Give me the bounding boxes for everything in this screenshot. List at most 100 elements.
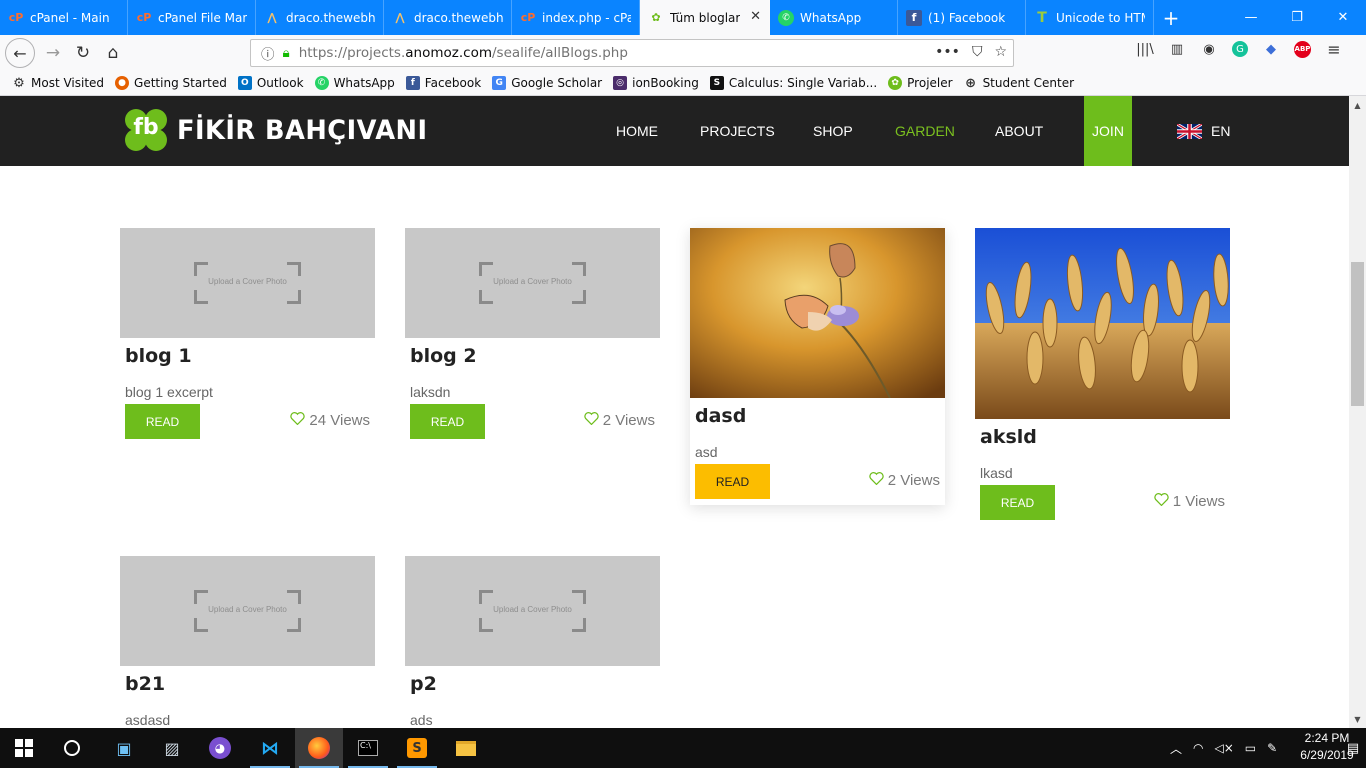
account-icon[interactable]: ◉ xyxy=(1200,39,1218,59)
taskbar-app-file-explorer[interactable] xyxy=(442,728,490,768)
new-tab-button[interactable]: + xyxy=(1154,0,1188,35)
bookmark-google-scholar[interactable]: G Google Scholar xyxy=(492,76,602,90)
notifications-icon[interactable]: ▤ xyxy=(1340,728,1366,768)
blog-card: Upload a Cover Photo b21 asdasd xyxy=(120,556,375,728)
back-button[interactable]: ← xyxy=(5,38,35,68)
url-bar[interactable]: ⓘ 🔒︎ https://projects. anomoz.com/sealife… xyxy=(250,39,1014,67)
browser-tab-bar: cP cPanel - Main cP cPanel File Mana ⋀ d… xyxy=(0,0,1366,35)
bookmark-facebook[interactable]: f Facebook xyxy=(405,76,481,90)
tab-draco-2[interactable]: ⋀ draco.thewebho xyxy=(384,0,512,35)
scroll-up-icon[interactable]: ▲ xyxy=(1349,98,1366,112)
pocket-icon[interactable]: ⛉ xyxy=(972,44,983,60)
wheat-photo[interactable] xyxy=(975,228,1230,419)
facebook-icon: f xyxy=(405,76,420,90)
firefox-icon: ● xyxy=(115,76,130,90)
tab-unicode[interactable]: T Unicode to HTM xyxy=(1026,0,1154,35)
blog-title[interactable]: p2 xyxy=(405,674,660,704)
home-button[interactable]: ⌂ xyxy=(98,38,128,68)
bookmark-calculus[interactable]: S Calculus: Single Variab... xyxy=(709,76,877,90)
nav-about[interactable]: ABOUT xyxy=(995,96,1043,166)
nav-join-button[interactable]: JOIN xyxy=(1084,96,1132,166)
taskbar-app-sublime[interactable]: S xyxy=(393,728,441,768)
start-button[interactable] xyxy=(0,728,48,768)
taskbar-app-photos[interactable]: ▨ xyxy=(148,728,196,768)
nav-home[interactable]: HOME xyxy=(616,96,658,166)
forward-button[interactable]: → xyxy=(38,38,68,68)
restore-icon[interactable]: ❐ xyxy=(1274,0,1320,35)
view-count: 2 Views xyxy=(869,472,940,489)
taskbar-app-purple[interactable]: ◕ xyxy=(196,728,244,768)
bookmark-getting-started[interactable]: ● Getting Started xyxy=(115,76,227,90)
read-button[interactable]: READ xyxy=(695,464,770,499)
cover-placeholder[interactable]: Upload a Cover Photo xyxy=(120,228,375,338)
pc-icon: ▣ xyxy=(116,738,132,758)
blog-card: aksld lkasd READ 1 Views xyxy=(975,228,1230,527)
blog-title[interactable]: blog 2 xyxy=(405,346,660,376)
pen-icon[interactable]: ✎ xyxy=(1267,741,1277,755)
upload-frame-icon: Upload a Cover Photo xyxy=(479,590,586,632)
nav-projects[interactable]: PROJECTS xyxy=(700,96,775,166)
taskbar-app-firefox[interactable] xyxy=(295,728,343,768)
wifi-icon[interactable]: ◠ xyxy=(1193,741,1203,755)
fb-site-icon: ✿ xyxy=(651,11,661,24)
nav-garden[interactable]: GARDEN xyxy=(895,96,955,166)
grammarly-icon[interactable]: G xyxy=(1232,41,1248,57)
cortana-button[interactable] xyxy=(48,728,96,768)
extension-icon[interactable]: ◆ xyxy=(1262,39,1280,59)
read-button[interactable]: READ xyxy=(125,404,200,439)
tab-cpanel-file-manager[interactable]: cP cPanel File Mana xyxy=(128,0,256,35)
volume-mute-icon[interactable]: ◁× xyxy=(1215,741,1234,755)
heart-icon xyxy=(869,472,884,489)
tab-cpanel-main[interactable]: cP cPanel - Main xyxy=(0,0,128,35)
tab-facebook[interactable]: f (1) Facebook xyxy=(898,0,1026,35)
cover-placeholder[interactable]: Upload a Cover Photo xyxy=(405,556,660,666)
blog-excerpt: asd xyxy=(695,444,718,460)
cover-placeholder[interactable]: Upload a Cover Photo xyxy=(405,228,660,338)
blog-title[interactable]: blog 1 xyxy=(120,346,375,376)
sidebar-icon[interactable]: ▥ xyxy=(1168,39,1186,59)
taskbar-app-terminal[interactable]: C:\ xyxy=(344,728,392,768)
minimize-icon[interactable]: — xyxy=(1228,0,1274,35)
cpanel-icon: cP xyxy=(8,11,24,24)
bookmark-ionbooking[interactable]: ◎ ionBooking xyxy=(613,76,699,90)
blog-excerpt: blog 1 excerpt xyxy=(125,384,213,400)
tab-tum-bloglar[interactable]: ✿ Tüm bloglar ✕ xyxy=(640,0,770,35)
cortana-circle-icon xyxy=(64,740,80,756)
chevron-up-icon[interactable]: ︿ xyxy=(1170,740,1182,757)
close-tab-icon[interactable]: ✕ xyxy=(750,9,761,24)
windows-taskbar: ▣ ▨ ◕ ⋈ C:\ S ︿ ◠ ◁× ▭ ✎ 2:24 PM 6/29/20… xyxy=(0,728,1366,768)
cover-placeholder[interactable]: Upload a Cover Photo xyxy=(120,556,375,666)
scroll-down-icon[interactable]: ▼ xyxy=(1349,712,1366,726)
bookmark-student-center[interactable]: ⊕ Student Center xyxy=(964,76,1074,91)
close-window-icon[interactable]: ✕ xyxy=(1320,0,1366,35)
menu-icon[interactable]: ≡ xyxy=(1325,39,1343,59)
adblock-icon[interactable]: ABP xyxy=(1294,40,1311,58)
read-button[interactable]: READ xyxy=(980,485,1055,520)
blog-title[interactable]: aksld xyxy=(975,427,1230,457)
nav-shop[interactable]: SHOP xyxy=(813,96,853,166)
blog-title[interactable]: dasd xyxy=(690,406,945,436)
info-icon[interactable]: ⓘ xyxy=(261,43,275,63)
bookmark-whatsapp[interactable]: ✆ WhatsApp xyxy=(314,76,395,90)
taskbar-app-vscode[interactable]: ⋈ xyxy=(246,728,294,768)
tab-index-php[interactable]: cP index.php - cPa xyxy=(512,0,640,35)
battery-icon[interactable]: ▭ xyxy=(1245,741,1256,755)
bookmark-projeler[interactable]: ✿ Projeler xyxy=(888,76,953,90)
scrollbar-thumb[interactable] xyxy=(1351,262,1364,406)
tab-whatsapp[interactable]: ✆ WhatsApp xyxy=(770,0,898,35)
language-selector[interactable]: EN xyxy=(1177,96,1230,166)
read-button[interactable]: READ xyxy=(410,404,485,439)
library-icon[interactable]: |||\ xyxy=(1136,39,1154,59)
browser-nav-bar: ← → ↻ ⌂ ⓘ 🔒︎ https://projects. anomoz.com… xyxy=(0,35,1366,71)
taskbar-app-explorer-alt[interactable]: ▣ xyxy=(100,728,148,768)
blog-title[interactable]: b21 xyxy=(120,674,375,704)
page-actions-icon[interactable]: ••• xyxy=(935,44,960,60)
butterfly-photo[interactable] xyxy=(690,228,945,398)
bookmark-star-icon[interactable]: ☆ xyxy=(994,44,1007,60)
reload-button[interactable]: ↻ xyxy=(68,38,98,68)
tab-draco-1[interactable]: ⋀ draco.thewebho xyxy=(256,0,384,35)
page-scrollbar[interactable]: ▲ ▼ xyxy=(1349,96,1366,728)
bookmark-most-visited[interactable]: ⚙ Most Visited xyxy=(12,76,104,91)
bookmark-outlook[interactable]: O Outlook xyxy=(237,76,304,90)
site-logo[interactable]: fb FİKİR BAHÇIVANI xyxy=(121,106,441,154)
